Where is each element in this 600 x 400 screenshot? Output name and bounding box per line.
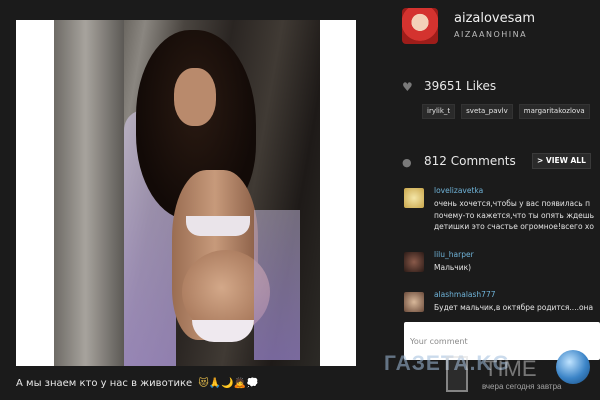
- comment-text: Будет мальчик,в октябре родится....она: [434, 302, 593, 314]
- comment-text: Мальчик): [434, 262, 471, 274]
- post-caption: А мы знаем кто у нас в животике 😻🙏🌙🙇💭: [16, 378, 259, 389]
- photo-window-light: [54, 20, 124, 366]
- comment-item: lilu_harper Мальчик): [400, 250, 600, 278]
- instagram-post-viewer: А мы знаем кто у нас в животике 😻🙏🌙🙇💭 ai…: [0, 0, 600, 400]
- view-all-button[interactable]: > VIEW ALL: [532, 153, 591, 169]
- post-photo[interactable]: [54, 20, 320, 366]
- commenter-avatar[interactable]: [404, 188, 424, 208]
- comment-input-box[interactable]: [404, 322, 600, 360]
- commenter-username[interactable]: lovelizavetka: [434, 186, 483, 195]
- commenter-avatar[interactable]: [404, 252, 424, 272]
- liker-tag[interactable]: irylik_t: [422, 104, 456, 119]
- comment-line: очень хочется,чтобы у вас появилась п: [434, 199, 590, 208]
- comment-input[interactable]: [404, 322, 600, 360]
- profile-fullname: AIZAANOHINA: [454, 30, 528, 39]
- comment-text: очень хочется,чтобы у вас появилась п по…: [434, 198, 594, 233]
- caption-emoji: 😻🙏🌙🙇💭: [198, 378, 259, 389]
- liker-tag[interactable]: margaritakozlova: [518, 104, 590, 119]
- comments-row: ● 812 Comments > VIEW ALL: [400, 152, 600, 172]
- photo-robe-right: [254, 210, 300, 360]
- comment-line: Будет мальчик,в октябре родится....она: [434, 303, 594, 312]
- post-photo-card: [16, 20, 356, 366]
- likes-count: 39651 Likes: [424, 79, 497, 93]
- caption-text: А мы знаем кто у нас в животике: [16, 378, 193, 389]
- profile-avatar[interactable]: [402, 8, 438, 44]
- comment-item: lovelizavetka очень хочется,чтобы у вас …: [400, 186, 600, 238]
- comment-line: детишки это счастье огромное!всего хо: [434, 222, 594, 231]
- commenter-username[interactable]: alashmalash777: [434, 290, 496, 299]
- commenter-avatar[interactable]: [404, 292, 424, 312]
- likes-row: ♥ 39651 Likes: [400, 78, 600, 96]
- heart-icon[interactable]: ♥: [402, 81, 416, 93]
- comment-item: alashmalash777 Будет мальчик,в октябре р…: [400, 290, 600, 318]
- comment-icon: ●: [402, 156, 412, 169]
- photo-bra: [186, 216, 250, 236]
- comments-count: 812 Comments: [424, 154, 516, 168]
- liker-tag[interactable]: sveta_pavlv: [461, 104, 513, 119]
- commenter-username[interactable]: lilu_harper: [434, 250, 474, 259]
- profile-username[interactable]: aizalovesam: [454, 11, 535, 26]
- post-details-panel: aizalovesam AIZAANOHINA ♥ 39651 Likes ir…: [400, 0, 600, 400]
- comment-line: Мальчик): [434, 263, 472, 272]
- photo-face: [174, 68, 216, 126]
- comment-line: почему-то кажется,что ты опять ждешь: [434, 210, 595, 220]
- likers-list: irylik_t sveta_pavlv margaritakozlova: [422, 104, 590, 119]
